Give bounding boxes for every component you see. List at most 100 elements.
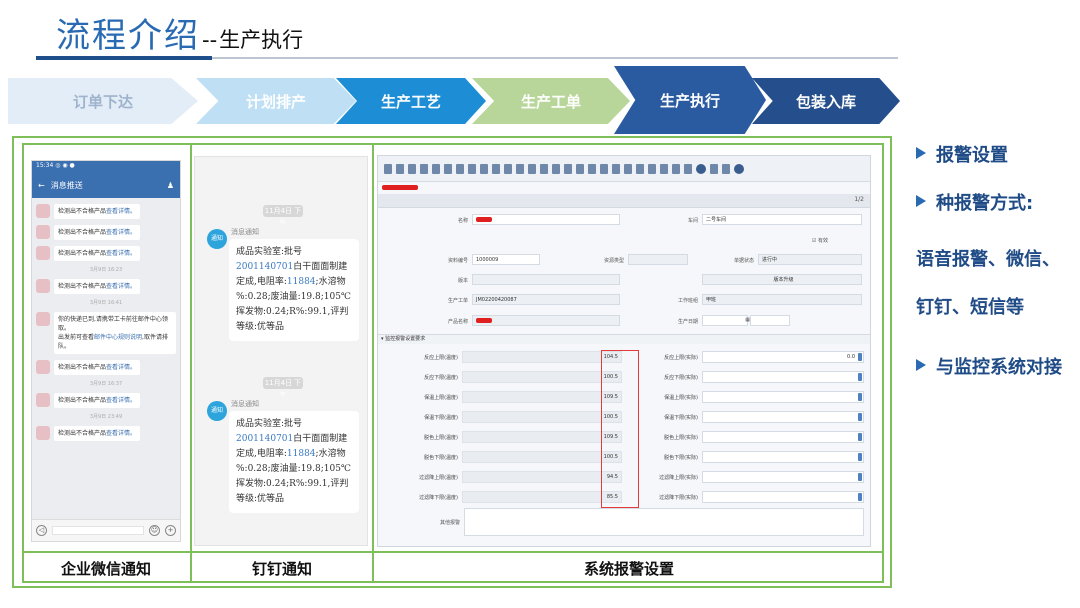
toolbar-icon[interactable]	[384, 163, 392, 174]
alarm-group-header: ▾ 监控报警设置要求	[378, 334, 870, 344]
wechat-screenshot: 15:34 ◎ ◉ ● ← 消息推送 ♟ 检测出不合格产品查看详情。 检测出不合…	[31, 160, 181, 542]
voice-icon[interactable]: ◁	[36, 525, 47, 536]
spinner-icon[interactable]	[858, 413, 862, 421]
list-item: 检测出不合格产品查看详情。	[36, 246, 176, 261]
toolbar-icon[interactable]	[672, 163, 680, 174]
status-field[interactable]: 进行中	[758, 254, 862, 265]
step-order[interactable]: 订单下达	[8, 78, 198, 124]
workshop-field[interactable]: 二号车间	[702, 214, 862, 225]
detail-link[interactable]: 查看详情。	[106, 397, 136, 404]
alarm-limit-value[interactable]: 100.5	[462, 451, 622, 463]
toolbar-icon[interactable]	[444, 163, 452, 174]
toolbar-icon[interactable]	[420, 163, 428, 174]
version-field[interactable]	[472, 274, 620, 285]
actual-limit-input[interactable]	[702, 431, 864, 443]
spinner-icon[interactable]	[858, 473, 862, 481]
actual-limit-input[interactable]	[702, 471, 864, 483]
actual-limit-input[interactable]	[702, 451, 864, 463]
toolbar-icon[interactable]	[492, 163, 500, 174]
toolbar-icon[interactable]	[540, 163, 548, 174]
step-workorder[interactable]: 生产工单	[472, 78, 630, 124]
upgrade-button[interactable]: 版本升级	[702, 274, 862, 285]
step-warehouse[interactable]: 包装入库	[752, 78, 900, 124]
toolbar-icon[interactable]	[588, 163, 596, 174]
spinner-icon[interactable]	[858, 373, 862, 381]
emoji-icon[interactable]: ☺	[149, 525, 160, 536]
toolbar-icon[interactable]	[456, 163, 464, 174]
rules-link[interactable]: 邮件中心规则说明	[94, 334, 142, 341]
toolbar-icon[interactable]	[552, 163, 560, 174]
spinner-icon[interactable]	[858, 393, 862, 401]
toolbar-icon[interactable]	[624, 163, 632, 174]
toolbar-icon[interactable]	[576, 163, 584, 174]
alarm-limit-value[interactable]: 100.5	[462, 371, 622, 383]
actual-limit-input[interactable]	[702, 491, 864, 503]
toolbar-icon[interactable]	[684, 163, 692, 174]
step-execution[interactable]: 生产执行	[614, 66, 766, 134]
toolbar-icon[interactable]	[408, 163, 416, 174]
actual-limit-label: 反应下限(实际)	[664, 375, 698, 381]
toolbar-icon[interactable]	[432, 163, 440, 174]
spinner-icon[interactable]	[858, 493, 862, 501]
toolbar-icon[interactable]	[468, 163, 476, 174]
other-alarm-label: 其他报警	[439, 520, 460, 526]
actual-limit-input[interactable]	[702, 391, 864, 403]
actual-limit-label: 保温下限(实际)	[664, 415, 698, 421]
actual-limit-input[interactable]: 0.0	[702, 351, 864, 363]
detail-link[interactable]: 查看详情。	[106, 250, 136, 257]
name-field[interactable]	[472, 214, 620, 225]
alarm-limit-value[interactable]: 109.5	[462, 431, 622, 443]
detail-link[interactable]: 查看详情。	[106, 430, 136, 437]
toolbar-icon[interactable]	[528, 163, 536, 174]
title-sub: 生产执行	[219, 28, 304, 52]
spinner-icon[interactable]	[858, 353, 862, 361]
detail-link[interactable]: 查看详情。	[106, 283, 136, 290]
actual-limit-input[interactable]	[702, 411, 864, 423]
toolbar-icon[interactable]	[660, 163, 668, 174]
back-arrow-icon[interactable]: ←	[38, 181, 45, 190]
active-checkbox[interactable]: ☑ 有效	[778, 237, 828, 244]
page-indicator: 1/2	[854, 196, 864, 203]
toolbar-icon[interactable]	[636, 163, 644, 174]
toolbar-icon[interactable]	[564, 163, 572, 174]
alarm-limit-value[interactable]: 85.5	[462, 491, 622, 503]
spinner-icon[interactable]	[858, 433, 862, 441]
arrow-bullet-icon	[916, 195, 926, 207]
toolbar-icon[interactable]	[396, 163, 404, 174]
alarm-limit-value[interactable]: 100.5	[462, 411, 622, 423]
worker-field[interactable]: 甲班	[702, 294, 862, 305]
toolbar-icon[interactable]	[722, 163, 730, 174]
product-field[interactable]	[472, 315, 620, 326]
alarm-limit-value[interactable]: 109.5	[462, 391, 622, 403]
workshop-label: 车间	[687, 218, 698, 224]
detail-link[interactable]: 查看详情。	[106, 208, 136, 215]
toolbar-icon[interactable]	[648, 163, 656, 174]
toolbar-icon[interactable]	[480, 163, 488, 174]
alarm-limit-label: 脱色上限(温度)	[424, 435, 458, 441]
detail-link[interactable]: 查看详情。	[106, 229, 136, 236]
detail-link[interactable]: 查看详情。	[106, 364, 136, 371]
toolbar-icon[interactable]	[516, 163, 524, 174]
material-field[interactable]	[628, 254, 688, 265]
step-plan[interactable]: 计划排产	[196, 78, 356, 124]
spinner-icon[interactable]	[858, 453, 862, 461]
calendar-icon[interactable]: ▦	[738, 317, 750, 323]
prodno-field[interactable]: 1000009	[472, 254, 540, 265]
toolbar-icon[interactable]	[600, 163, 608, 174]
plus-icon[interactable]: +	[165, 525, 176, 536]
actual-limit-label: 脱色下限(实际)	[664, 455, 698, 461]
alarm-limit-value[interactable]: 94.5	[462, 471, 622, 483]
process-field[interactable]: JM02200420087	[472, 294, 620, 305]
toolbar-icon[interactable]	[612, 163, 620, 174]
time-field[interactable]	[750, 315, 790, 326]
person-icon[interactable]: ♟	[167, 181, 174, 190]
toolbar-icon[interactable]	[710, 163, 718, 174]
actual-limit-input[interactable]	[702, 371, 864, 383]
chat-input[interactable]	[52, 526, 144, 535]
toolbar-icon[interactable]	[504, 163, 512, 174]
alarm-limit-value[interactable]: 104.5	[462, 351, 622, 363]
cancel-icon[interactable]	[734, 163, 744, 174]
step-craft[interactable]: 生产工艺	[336, 78, 486, 124]
close-icon[interactable]	[696, 163, 706, 174]
other-alarm-field[interactable]	[464, 508, 864, 536]
